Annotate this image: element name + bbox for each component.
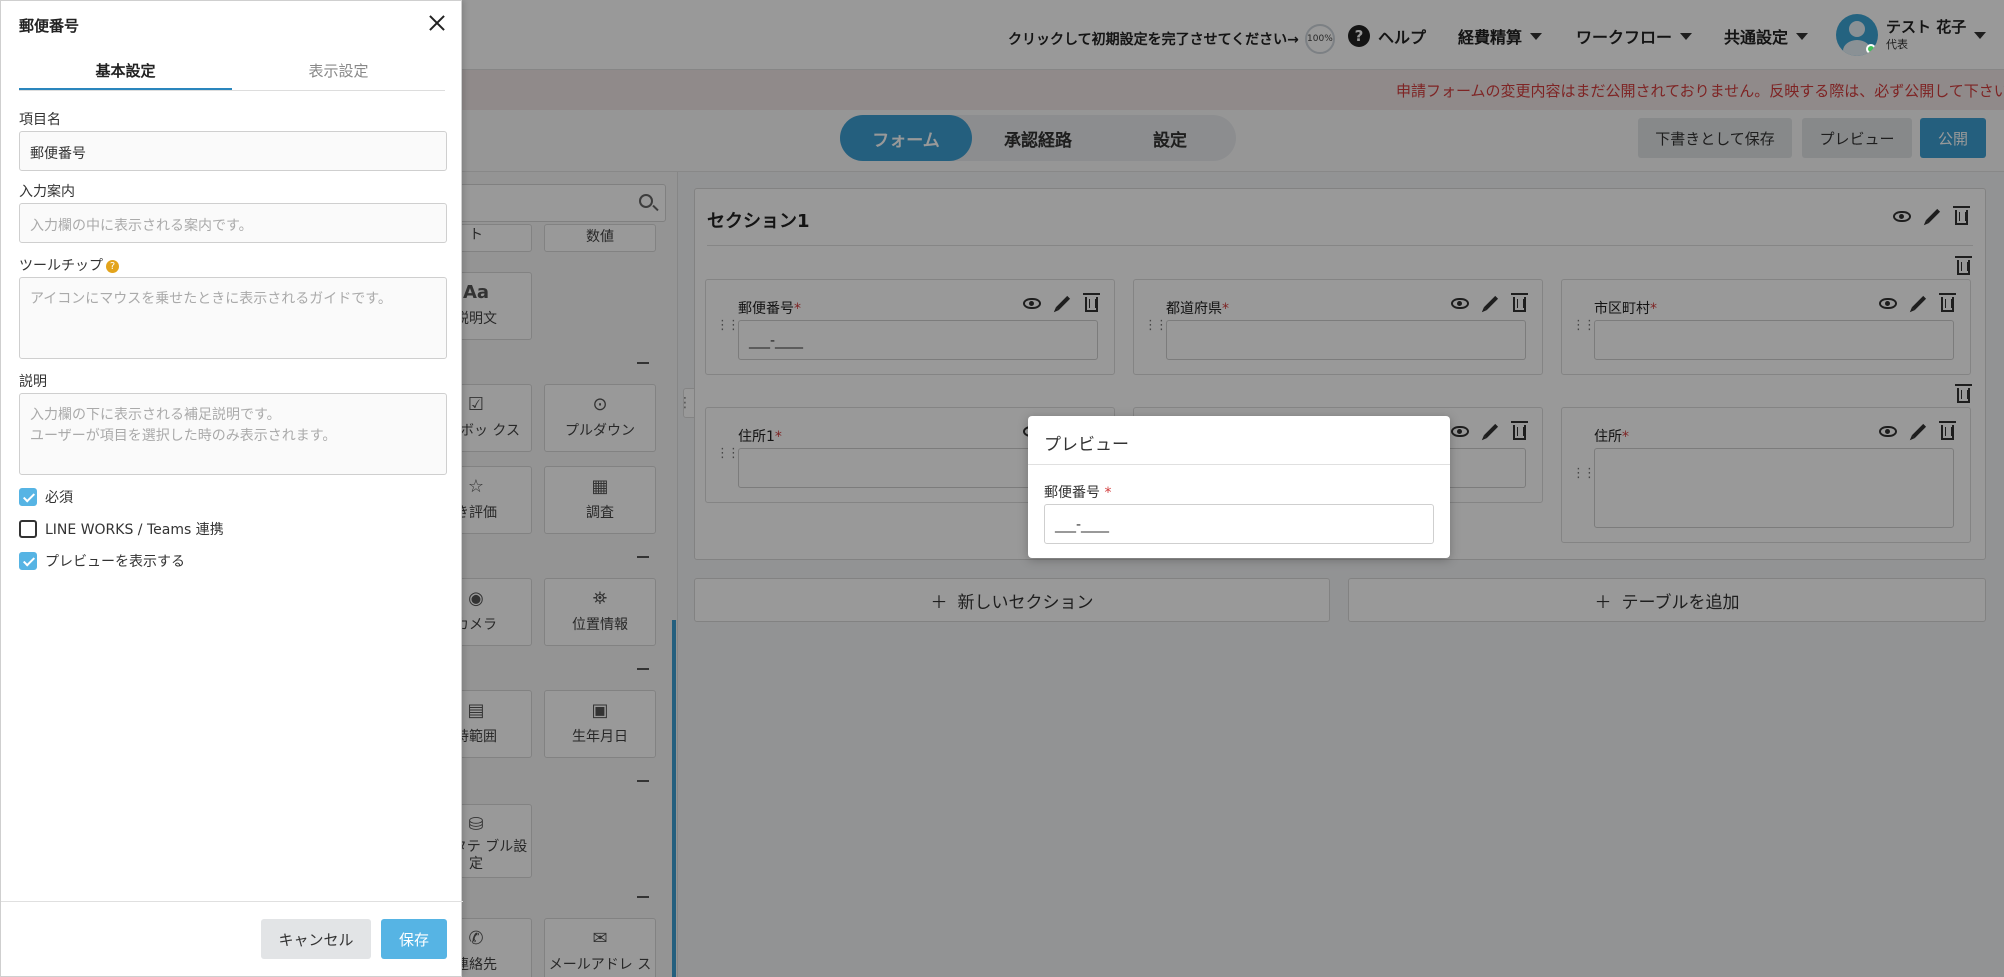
line-works-teams-checkbox[interactable]	[19, 520, 37, 538]
panel-tabs: 基本設定 表示設定	[19, 51, 445, 91]
online-status-dot	[1866, 44, 1876, 54]
preview-modal: プレビュー 郵便番号 * ___-____	[1028, 416, 1450, 558]
cancel-button[interactable]: キャンセル	[261, 919, 371, 959]
save-button[interactable]: 保存	[381, 919, 447, 959]
item-name-label: 項目名	[19, 112, 61, 128]
preview-modal-divider	[1028, 464, 1450, 465]
line-works-teams-label: LINE WORKS / Teams 連携	[45, 522, 224, 538]
show-preview-checkbox-row[interactable]: プレビューを表示する	[19, 551, 185, 571]
input-hint-label: 入力案内	[19, 184, 75, 200]
line-works-checkbox-row[interactable]: LINE WORKS / Teams 連携	[19, 519, 224, 539]
show-preview-checkbox[interactable]	[19, 552, 37, 570]
tab-display-settings[interactable]: 表示設定	[232, 51, 445, 90]
item-name-input[interactable]: 郵便番号	[19, 131, 447, 171]
question-icon: ?	[106, 259, 119, 273]
description-textarea[interactable]: 入力欄の下に表示される補足説明です。 ユーザーが項目を選択した時のみ表示されます…	[19, 393, 447, 475]
tab-basic-settings[interactable]: 基本設定	[19, 51, 232, 90]
preview-field-label: 郵便番号 *	[1044, 485, 1112, 501]
description-placeholder-line-1: 入力欄の下に表示される補足説明です。	[30, 407, 281, 423]
required-checkbox[interactable]	[19, 488, 37, 506]
required-label: 必須	[45, 490, 73, 506]
tooltip-textarea[interactable]: アイコンにマウスを乗せたときに表示されるガイドです。	[19, 277, 447, 359]
description-placeholder-line-2: ユーザーが項目を選択した時のみ表示されます。	[30, 428, 337, 444]
input-hint-input[interactable]: 入力欄の中に表示される案内です。	[19, 203, 447, 243]
tooltip-label: ツールチップ?	[19, 255, 119, 275]
preview-postal-code-input[interactable]: ___-____	[1044, 504, 1434, 544]
preview-modal-title: プレビュー	[1044, 435, 1129, 455]
panel-title: 郵便番号	[19, 17, 80, 35]
field-settings-panel: 郵便番号 基本設定 表示設定 項目名 郵便番号 入力案内 入力欄の中に表示される…	[0, 0, 463, 977]
panel-footer-divider	[1, 901, 463, 902]
close-icon[interactable]	[427, 13, 447, 33]
show-preview-label: プレビューを表示する	[45, 554, 185, 570]
description-label: 説明	[19, 374, 47, 390]
required-checkbox-row[interactable]: 必須	[19, 487, 73, 507]
